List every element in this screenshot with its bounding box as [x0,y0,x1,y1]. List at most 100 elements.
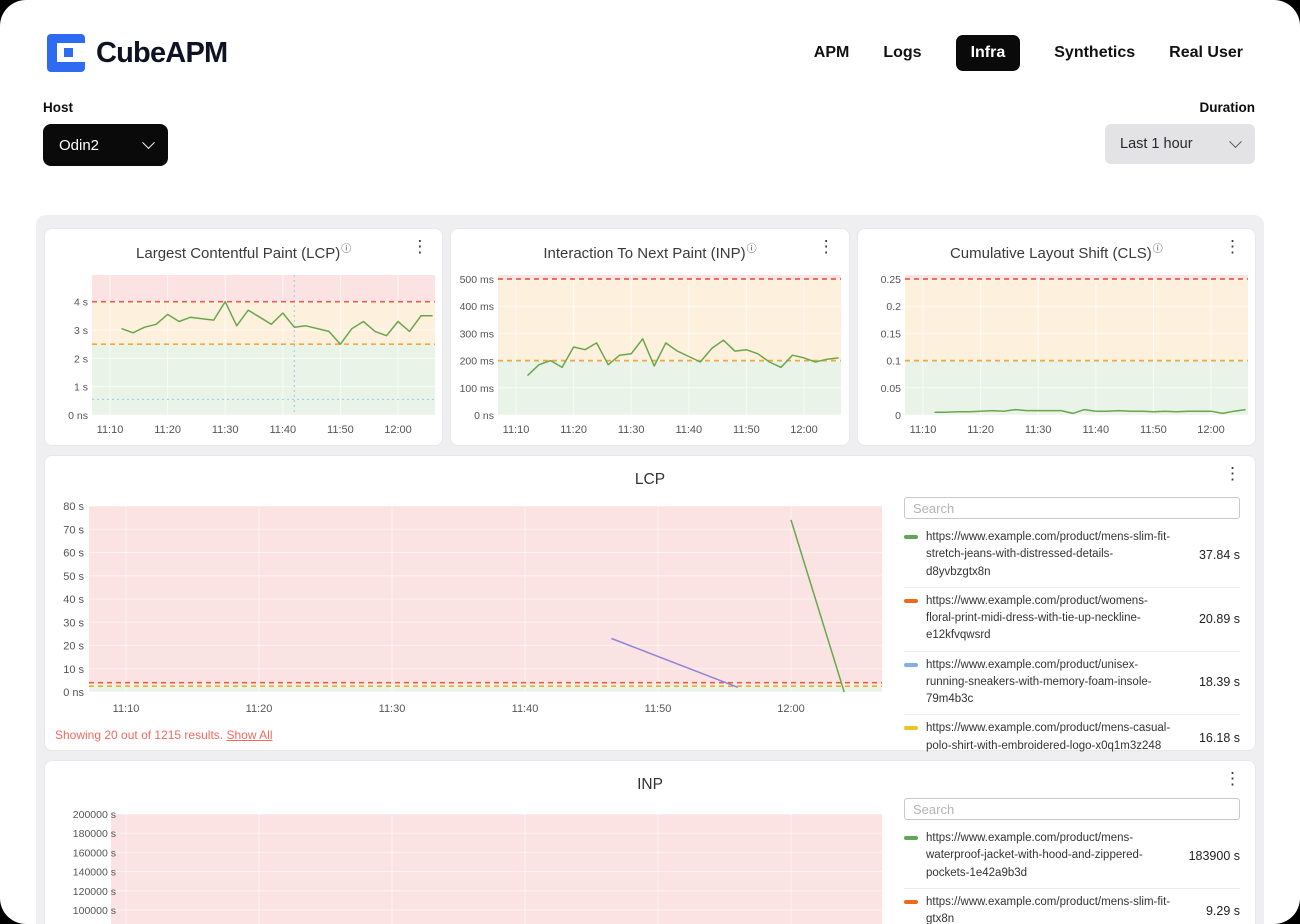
search-input[interactable] [904,798,1240,820]
brand: CubeAPM [47,34,227,72]
cls-mini-svg: 11:1011:2011:3011:4011:5012:0000.050.10.… [861,265,1252,443]
svg-text:40 s: 40 s [63,594,84,606]
series-color-dash [904,599,918,603]
url-label: https://www.example.com/product/mens-cas… [926,720,1172,755]
dashboard: Largest Contentful Paint (LCP)ⓘ ⋮ 11:101… [36,215,1264,924]
svg-text:30 s: 30 s [63,617,84,629]
chevron-down-icon [142,136,155,149]
filter-controls: Host Odin2 Duration Last 1 hour [0,100,1300,166]
url-list-item[interactable]: https://www.example.com/product/unisex-r… [904,652,1240,716]
svg-text:11:20: 11:20 [246,703,273,715]
info-icon[interactable]: ⓘ [747,244,757,255]
svg-text:11:30: 11:30 [212,424,239,436]
svg-text:10 s: 10 s [63,664,84,676]
chevron-down-icon [1229,135,1242,148]
host-label: Host [43,100,168,115]
svg-text:0 ns: 0 ns [68,410,88,422]
svg-text:11:10: 11:10 [909,424,936,436]
svg-text:180000 s: 180000 s [73,828,116,840]
svg-text:100 ms: 100 ms [460,383,494,395]
info-icon[interactable]: ⓘ [341,244,351,255]
kebab-menu-icon[interactable]: ⋮ [407,236,432,257]
svg-text:70 s: 70 s [63,524,84,536]
show-all-link[interactable]: Show All [226,728,272,742]
svg-text:20 s: 20 s [63,641,84,653]
svg-text:2 s: 2 s [74,353,88,365]
results-footnote: Showing 20 out of 1215 results. Show All [55,728,273,742]
lcp-mini-card: Largest Contentful Paint (LCP)ⓘ ⋮ 11:101… [44,228,443,446]
logo-inner-square [64,48,73,57]
nav-tab-apm[interactable]: APM [814,35,850,71]
metric-value: 9.29 s [1180,904,1240,918]
svg-text:0 ns: 0 ns [475,410,495,422]
info-icon[interactable]: ⓘ [1153,244,1163,255]
url-list-item[interactable]: https://www.example.com/product/mens-wat… [904,825,1240,889]
chart-title: Interaction To Next Paint (INP)ⓘ [451,240,848,262]
svg-text:0.2: 0.2 [886,301,901,313]
svg-text:11:10: 11:10 [97,424,124,436]
inp-mini-card: Interaction To Next Paint (INP)ⓘ ⋮ 11:10… [450,228,849,446]
url-list-item[interactable]: https://www.example.com/product/mens-cas… [904,715,1240,762]
svg-text:11:20: 11:20 [967,424,994,436]
cls-mini-chart[interactable]: 11:1011:2011:3011:4011:5012:0000.050.10.… [858,265,1255,443]
svg-text:0.05: 0.05 [880,383,901,395]
kebab-menu-icon[interactable]: ⋮ [1220,236,1245,257]
svg-text:140000 s: 140000 s [73,867,116,879]
inp-mini-chart[interactable]: 11:1011:2011:3011:4011:5012:000 ns100 ms… [451,265,848,443]
svg-text:11:30: 11:30 [1025,424,1052,436]
duration-group: Duration Last 1 hour [1105,100,1255,164]
duration-label: Duration [1105,100,1255,115]
svg-text:0 ns: 0 ns [63,687,84,699]
lcp-detail-chart[interactable]: 11:1011:2011:3011:4011:5012:000 ns10 s20… [54,496,904,731]
metric-value: 16.18 s [1180,731,1240,745]
svg-text:11:20: 11:20 [561,424,588,436]
svg-text:11:10: 11:10 [503,424,530,436]
metric-value: 20.89 s [1180,612,1240,626]
lcp-detail-panel: LCP ⋮ 11:1011:2011:3011:4011:5012:000 ns… [44,455,1256,751]
svg-text:11:50: 11:50 [645,703,672,715]
nav-tab-infra[interactable]: Infra [956,35,1021,71]
url-list-item[interactable]: https://www.example.com/product/womens-f… [904,588,1240,652]
svg-text:11:40: 11:40 [676,424,703,436]
svg-text:0.1: 0.1 [886,356,901,368]
kebab-menu-icon[interactable]: ⋮ [1220,463,1245,484]
nav-tab-logs[interactable]: Logs [883,35,921,71]
metric-value: 18.39 s [1180,675,1240,689]
svg-text:11:50: 11:50 [327,424,354,436]
series-color-dash [904,535,918,539]
inp-detail-chart[interactable]: 100000 s120000 s140000 s160000 s180000 s… [54,805,904,924]
cls-mini-card: Cumulative Layout Shift (CLS)ⓘ ⋮ 11:1011… [857,228,1256,446]
url-list-rows: https://www.example.com/product/mens-wat… [904,825,1240,924]
url-label: https://www.example.com/product/womens-f… [926,593,1172,645]
svg-text:11:40: 11:40 [1082,424,1109,436]
duration-select[interactable]: Last 1 hour [1105,124,1255,164]
app-header: CubeAPM APM Logs Infra Synthetics Real User [0,0,1300,72]
search-input[interactable] [904,497,1240,519]
host-select-value: Odin2 [59,137,99,154]
url-label: https://www.example.com/product/mens-wat… [926,830,1172,882]
svg-text:11:20: 11:20 [154,424,181,436]
nav-tab-real-user[interactable]: Real User [1169,35,1243,71]
kebab-menu-icon[interactable]: ⋮ [1220,768,1245,789]
svg-text:3 s: 3 s [74,325,88,337]
panel-title: LCP [45,471,1255,489]
host-select[interactable]: Odin2 [43,124,168,166]
svg-text:200 ms: 200 ms [460,356,494,368]
series-color-dash [904,726,918,730]
lcp-mini-chart[interactable]: 11:1011:2011:3011:4011:5012:000 ns1 s2 s… [45,265,442,443]
duration-select-value: Last 1 hour [1120,136,1193,152]
url-label: https://www.example.com/product/mens-sli… [926,894,1172,924]
cubeapm-logo-icon[interactable] [47,34,85,72]
results-count-text: Showing 20 out of 1215 results. [55,728,223,742]
url-list-item[interactable]: https://www.example.com/product/mens-sli… [904,889,1240,924]
url-list-item[interactable]: https://www.example.com/product/mens-sli… [904,524,1240,588]
inp-url-list: https://www.example.com/product/mens-wat… [904,798,1240,924]
inp-mini-svg: 11:1011:2011:3011:4011:5012:000 ns100 ms… [454,265,845,443]
svg-text:200000 s: 200000 s [73,809,116,821]
nav-tab-synthetics[interactable]: Synthetics [1054,35,1135,71]
lcp-mini-svg: 11:1011:2011:3011:4011:5012:000 ns1 s2 s… [48,265,439,443]
brand-name: CubeAPM [96,37,227,70]
kebab-menu-icon[interactable]: ⋮ [814,236,839,257]
inp-detail-svg: 100000 s120000 s140000 s160000 s180000 s… [54,805,904,924]
inp-detail-panel: INP ⋮ 100000 s120000 s140000 s160000 s18… [44,760,1256,924]
